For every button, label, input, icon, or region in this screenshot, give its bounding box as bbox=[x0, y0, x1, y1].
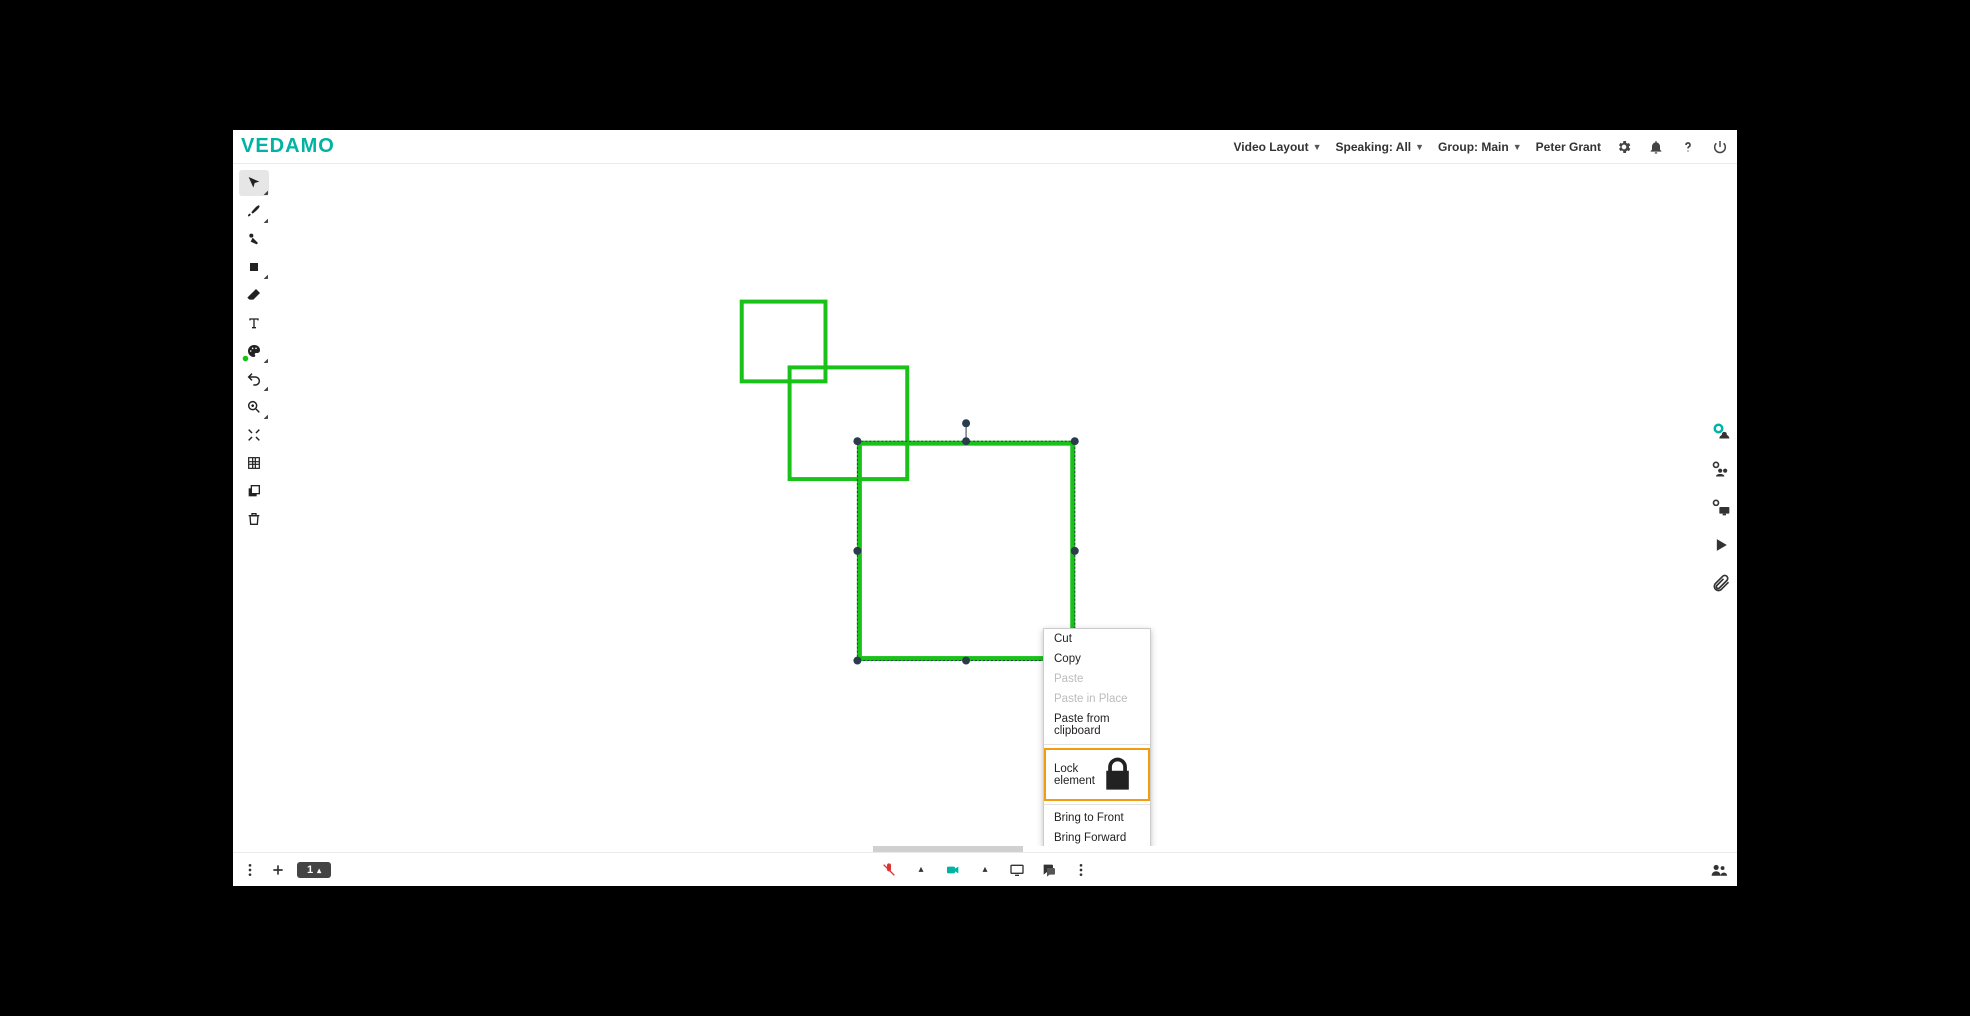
page-number: 1 bbox=[307, 864, 313, 876]
camera-expand-icon[interactable]: ▴ bbox=[976, 861, 994, 879]
ctx-paste: Paste bbox=[1044, 669, 1150, 689]
ctx-lock-element[interactable]: Lock element bbox=[1044, 748, 1150, 801]
group-view[interactable] bbox=[1709, 458, 1733, 480]
left-toolbar bbox=[239, 170, 275, 532]
lock-icon bbox=[1095, 752, 1140, 797]
dropdown-indicator-icon bbox=[264, 275, 268, 279]
caret-down-icon: ▼ bbox=[1313, 142, 1322, 152]
screen-share-icon[interactable] bbox=[1008, 861, 1026, 879]
page-indicator[interactable]: 1▴ bbox=[297, 862, 331, 878]
power-icon[interactable] bbox=[1711, 138, 1729, 156]
canvas-rect-3-selected[interactable] bbox=[859, 443, 1072, 658]
pages-tool[interactable] bbox=[239, 478, 269, 504]
footer-bar: 1▴ ▴ ▴ bbox=[233, 852, 1737, 886]
group-label: Group: Main bbox=[1438, 140, 1509, 154]
top-bar: VEDAMO Video Layout ▼ Speaking: All ▼ Gr… bbox=[233, 130, 1737, 164]
zoom-tool[interactable] bbox=[239, 394, 269, 420]
fit-screen-tool[interactable] bbox=[239, 422, 269, 448]
ctx-bring-front[interactable]: Bring to Front bbox=[1044, 808, 1150, 828]
notifications-icon[interactable] bbox=[1647, 138, 1665, 156]
add-page-icon[interactable] bbox=[269, 861, 287, 879]
caret-up-icon: ▴ bbox=[317, 866, 321, 875]
help-icon[interactable] bbox=[1679, 138, 1697, 156]
screen-share-view[interactable] bbox=[1709, 496, 1733, 518]
canvas-rect-2[interactable] bbox=[790, 367, 908, 479]
ctx-copy[interactable]: Copy bbox=[1044, 649, 1150, 669]
select-tool[interactable] bbox=[239, 170, 269, 196]
ctx-separator bbox=[1044, 804, 1150, 805]
user-label: Peter Grant bbox=[1536, 140, 1601, 154]
brush-tool[interactable] bbox=[239, 198, 269, 224]
trash-tool[interactable] bbox=[239, 506, 269, 532]
dropdown-indicator-icon bbox=[264, 359, 268, 363]
video-layout-dropdown[interactable]: Video Layout ▼ bbox=[1234, 140, 1322, 154]
dropdown-indicator-icon bbox=[264, 219, 268, 223]
topbar-right: Video Layout ▼ Speaking: All ▼ Group: Ma… bbox=[1234, 138, 1730, 156]
chat-icon[interactable] bbox=[1040, 861, 1058, 879]
group-dropdown[interactable]: Group: Main ▼ bbox=[1438, 140, 1522, 154]
speaking-dropdown[interactable]: Speaking: All ▼ bbox=[1336, 140, 1425, 154]
whiteboard-canvas[interactable]: Cut Copy Paste Paste in Place Paste from… bbox=[273, 164, 1713, 852]
undo-tool[interactable] bbox=[239, 366, 269, 392]
ctx-paste-in-place: Paste in Place bbox=[1044, 689, 1150, 709]
speaking-label: Speaking: All bbox=[1336, 140, 1412, 154]
footer-more-icon[interactable] bbox=[241, 861, 259, 879]
eraser-tool[interactable] bbox=[239, 282, 269, 308]
dropdown-indicator-icon bbox=[264, 191, 268, 195]
text-tool[interactable] bbox=[239, 310, 269, 336]
app-frame: VEDAMO Video Layout ▼ Speaking: All ▼ Gr… bbox=[225, 122, 1745, 894]
brand-logo[interactable]: VEDAMO bbox=[241, 135, 335, 158]
single-user-view[interactable] bbox=[1709, 420, 1733, 442]
user-name[interactable]: Peter Grant bbox=[1536, 140, 1601, 154]
play-media[interactable] bbox=[1709, 534, 1733, 556]
settings-icon[interactable] bbox=[1615, 138, 1633, 156]
color-palette-tool[interactable] bbox=[239, 338, 269, 364]
ctx-paste-clipboard[interactable]: Paste from clipboard bbox=[1044, 709, 1150, 741]
caret-down-icon: ▼ bbox=[1513, 142, 1522, 152]
video-layout-label: Video Layout bbox=[1234, 140, 1309, 154]
laser-pointer-tool[interactable] bbox=[239, 226, 269, 252]
ctx-cut[interactable]: Cut bbox=[1044, 629, 1150, 649]
dropdown-indicator-icon bbox=[264, 415, 268, 419]
grid-tool[interactable] bbox=[239, 450, 269, 476]
mic-muted-icon[interactable] bbox=[880, 861, 898, 879]
shape-tool[interactable] bbox=[239, 254, 269, 280]
footer-overflow-icon[interactable] bbox=[1072, 861, 1090, 879]
context-menu: Cut Copy Paste Paste in Place Paste from… bbox=[1043, 628, 1151, 852]
dropdown-indicator-icon bbox=[264, 387, 268, 391]
ctx-separator bbox=[1044, 744, 1150, 745]
mic-expand-icon[interactable]: ▴ bbox=[912, 861, 930, 879]
right-panel bbox=[1709, 420, 1733, 594]
caret-down-icon: ▼ bbox=[1415, 142, 1424, 152]
camera-on-icon[interactable] bbox=[944, 861, 962, 879]
attachments[interactable] bbox=[1709, 572, 1733, 594]
footer-center-controls: ▴ ▴ bbox=[880, 861, 1090, 879]
participants-icon[interactable] bbox=[1711, 861, 1729, 879]
